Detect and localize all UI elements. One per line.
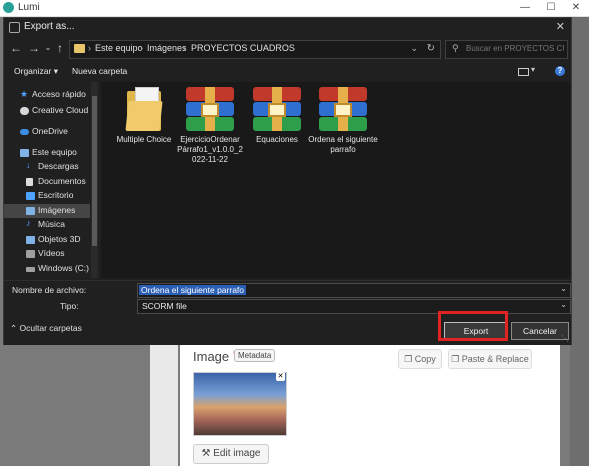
filename-input[interactable]: Ordena el siguiente parrafo ⌄	[137, 283, 571, 298]
nav-item-imagenes[interactable]: Imágenes	[4, 204, 90, 218]
nav-item-onedrive[interactable]: OneDrive	[4, 125, 90, 139]
image-field-label: Image *	[193, 349, 237, 364]
paste-replace-button[interactable]: ❐ Paste & Replace	[448, 349, 532, 369]
dialog-titlebar: Export as... ✕	[4, 18, 571, 36]
hide-folders-button[interactable]: ⌃ Ocultar carpetas	[10, 323, 82, 334]
breadcrumb-separator: ›	[140, 43, 143, 53]
filename-label: Nombre de archivo:	[12, 285, 87, 295]
cube-icon	[26, 236, 35, 244]
filename-dropdown-icon[interactable]: ⌄	[560, 284, 567, 293]
view-dropdown-icon[interactable]: ▾	[531, 65, 535, 74]
export-highlight-annotation	[438, 311, 508, 341]
up-arrow-icon[interactable]: ↑	[52, 40, 68, 56]
minimize-icon[interactable]: —	[512, 0, 538, 16]
new-folder-button[interactable]: Nueva carpeta	[72, 66, 127, 76]
address-dropdown-icon[interactable]: ⌄	[410, 43, 418, 54]
nav-item-escritorio[interactable]: Escritorio	[4, 189, 90, 203]
nav-item-quick-access[interactable]: ★ Acceso rápido	[4, 88, 90, 102]
organize-button[interactable]: Organizar ▾	[14, 66, 58, 77]
music-icon: ♪	[26, 218, 31, 228]
file-item-equaciones[interactable]: Equaciones	[242, 87, 312, 145]
folder-icon	[123, 87, 165, 131]
nav-item-descargas[interactable]: ↓ Descargas	[4, 160, 90, 174]
nav-item-este-equipo[interactable]: Este equipo	[4, 146, 90, 160]
file-name: EjercicioOrdenar Párrafo1_v1.0.0_2 022-1…	[177, 135, 243, 164]
dialog-close-icon[interactable]: ✕	[556, 20, 565, 33]
nav-item-objetos-3d[interactable]: Objetos 3D	[4, 233, 90, 247]
filename-value: Ordena el siguiente parrafo	[139, 285, 247, 295]
nav-scrollbar-thumb[interactable]	[92, 96, 97, 246]
breadcrumb-este-equipo[interactable]: Este equipo	[95, 43, 143, 53]
pictures-icon	[26, 207, 35, 215]
address-bar[interactable]: › Este equipo › Imágenes › PROYECTOS CUA…	[69, 40, 441, 59]
file-list: Multiple Choice EjercicioOrdenar Párrafo…	[101, 82, 570, 278]
search-input[interactable]	[466, 42, 564, 55]
help-icon[interactable]: ?	[555, 66, 565, 76]
desktop-icon	[26, 192, 35, 200]
metadata-badge[interactable]: Metadata	[234, 349, 276, 362]
view-options-icon[interactable]	[518, 68, 529, 76]
download-icon: ↓	[26, 160, 31, 170]
winrar-archive-icon	[317, 87, 369, 131]
computer-icon	[20, 149, 29, 157]
thumbnail-close-icon[interactable]: ✕	[276, 372, 285, 381]
search-icon: ⚲	[452, 43, 459, 53]
copy-button[interactable]: ❐ Copy	[398, 349, 442, 369]
file-item-multiple-choice[interactable]: Multiple Choice	[109, 87, 179, 145]
folder-icon	[74, 44, 85, 53]
nav-item-windows-c[interactable]: Windows (C:)	[4, 262, 90, 276]
back-arrow-icon[interactable]: ←	[8, 40, 24, 56]
resize-grip-icon[interactable]: ⋱	[561, 334, 569, 343]
winrar-archive-icon	[184, 87, 236, 131]
type-label: Tipo:	[60, 301, 79, 311]
dialog-app-icon	[9, 22, 20, 33]
breadcrumb-imagenes[interactable]: Imágenes	[147, 43, 187, 53]
close-icon[interactable]: ✕	[563, 0, 589, 16]
address-row: ← → ⌄ ↑ › Este equipo › Imágenes › PROYE…	[4, 37, 571, 59]
star-icon: ★	[20, 89, 29, 99]
breadcrumb-separator: ›	[183, 43, 186, 53]
refresh-icon[interactable]: ↻	[427, 43, 435, 54]
breadcrumb-separator: ›	[88, 43, 91, 53]
file-name: Multiple Choice	[116, 135, 172, 144]
dialog-title: Export as...	[24, 21, 75, 32]
background-side-panel	[150, 330, 178, 466]
drive-icon	[26, 267, 35, 272]
maximize-icon[interactable]: ☐	[538, 0, 564, 16]
nav-item-documentos[interactable]: Documentos	[4, 175, 90, 189]
edit-image-button[interactable]: ⚒ Edit image	[193, 444, 269, 464]
cloud-icon	[20, 107, 29, 115]
winrar-archive-icon	[251, 87, 303, 131]
nav-item-creative-cloud[interactable]: Creative Cloud Fil	[4, 104, 90, 118]
background-scrollbar[interactable]	[570, 17, 589, 466]
lumi-logo-icon	[3, 2, 14, 13]
file-type-value: SCORM file	[142, 301, 187, 311]
video-icon	[26, 250, 35, 258]
app-title: Lumi	[18, 2, 40, 13]
file-name: Equaciones	[256, 135, 298, 144]
image-thumbnail	[193, 372, 287, 436]
file-item-ordena-el-siguiente[interactable]: Ordena el siguiente parrafo	[308, 87, 378, 155]
file-item-ejercicio-ordenar[interactable]: EjercicioOrdenar Párrafo1_v1.0.0_2 022-1…	[175, 87, 245, 165]
nav-item-musica[interactable]: ♪ Música	[4, 218, 90, 232]
documents-icon	[26, 178, 33, 186]
nav-item-videos[interactable]: Vídeos	[4, 247, 90, 261]
file-type-dropdown-icon[interactable]: ⌄	[560, 300, 567, 309]
app-titlebar: Lumi — ☐ ✕	[0, 0, 589, 17]
breadcrumb-proyectos-cuadros[interactable]: PROYECTOS CUADROS	[191, 43, 295, 53]
search-box[interactable]: ⚲	[445, 40, 568, 59]
file-name: Ordena el siguiente parrafo	[308, 135, 378, 154]
dialog-toolbar: Organizar ▾ Nueva carpeta ▾ ?	[4, 62, 571, 80]
chevron-up-icon: ⌃	[10, 323, 18, 333]
navigation-pane: ★ Acceso rápido Creative Cloud Fil OneDr…	[4, 82, 99, 278]
export-dialog: Export as... ✕ ← → ⌄ ↑ › Este equipo › I…	[3, 17, 572, 345]
onedrive-icon	[20, 129, 29, 135]
